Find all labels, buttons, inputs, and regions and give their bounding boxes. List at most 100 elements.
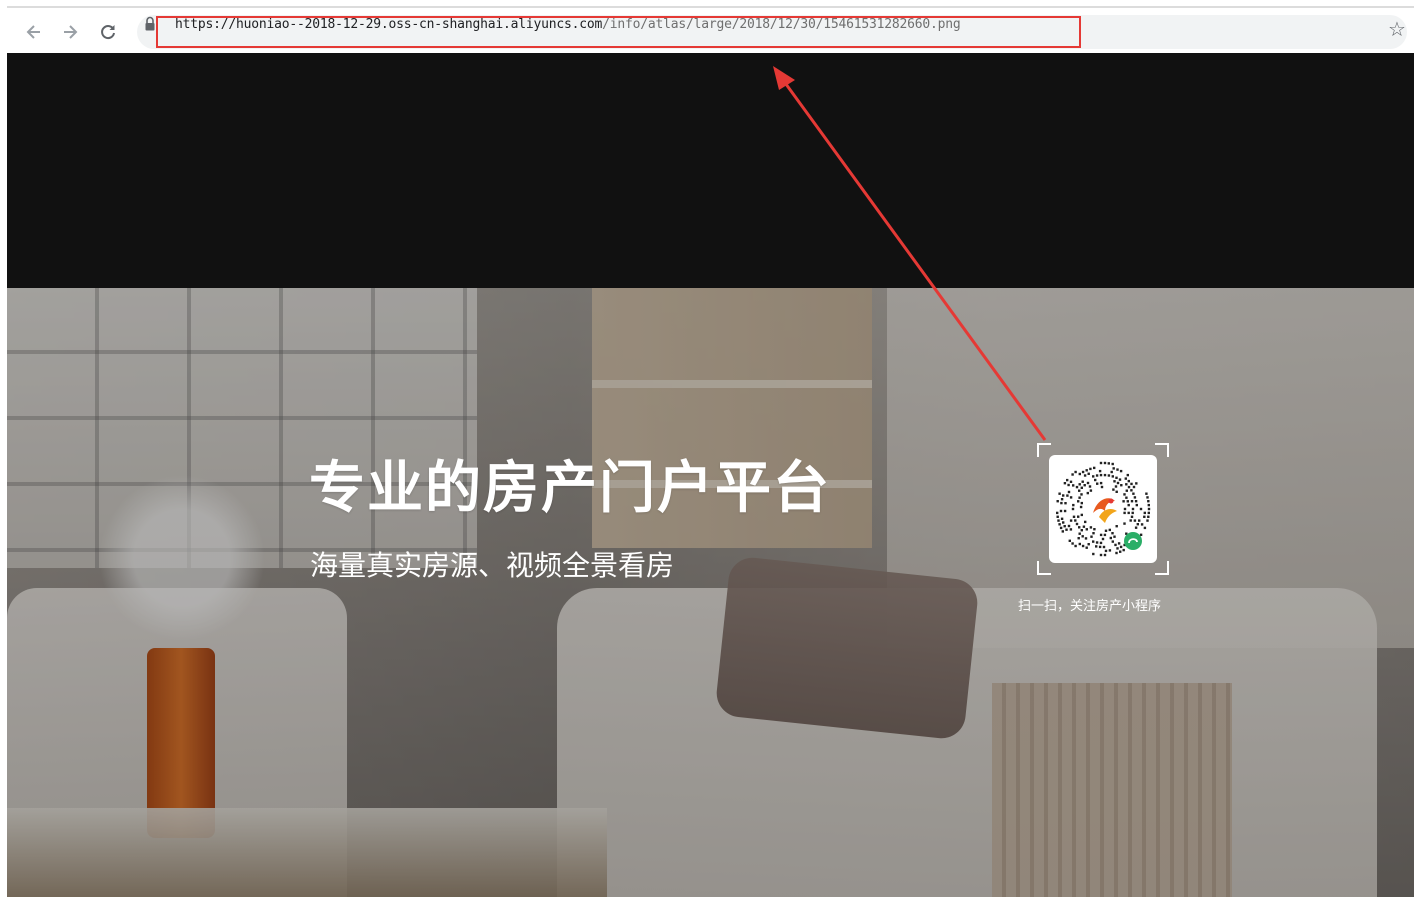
qr-dot [1112, 467, 1115, 470]
qr-dot [1146, 519, 1149, 522]
qr-dot [1129, 519, 1132, 522]
qr-dot [1133, 496, 1137, 499]
qr-dot [1060, 517, 1064, 520]
qr-dot [1143, 526, 1147, 530]
qr-dot [1114, 543, 1117, 547]
qr-dot [1086, 481, 1090, 485]
reload-icon[interactable] [97, 21, 119, 43]
qr-dot [1083, 484, 1086, 487]
back-arrow-icon[interactable] [23, 21, 45, 43]
qr-dot [1072, 503, 1075, 507]
qr-dot [1110, 470, 1113, 474]
qr-dot [1122, 548, 1125, 552]
url-text[interactable]: https://huoniao--2018-12-29.oss-cn-shang… [175, 17, 961, 32]
qr-dot [1077, 537, 1080, 540]
qr-dot [1119, 469, 1123, 473]
qr-dot [1095, 545, 1098, 548]
qr-dot [1135, 503, 1138, 507]
qr-code-frame[interactable] [1037, 443, 1169, 575]
qr-dot [1085, 469, 1088, 472]
qr-dot [1078, 489, 1081, 492]
qr-dot [1123, 511, 1126, 515]
qr-dot [1092, 540, 1095, 543]
qr-dot [1062, 521, 1065, 524]
hero-subline: 海量真实房源、视频全景看房 [310, 549, 675, 582]
qr-dot [1131, 511, 1134, 515]
qr-dot [1146, 496, 1149, 499]
qr-dot [1059, 509, 1063, 513]
qr-dot [1099, 461, 1103, 465]
qr-dot [1127, 479, 1130, 483]
qr-dot [1085, 546, 1088, 549]
qr-dot [1140, 523, 1144, 526]
qr-dot [1139, 507, 1143, 511]
qr-dot [1078, 496, 1081, 499]
qr-dot [1078, 526, 1081, 529]
qr-dot [1080, 529, 1083, 532]
qr-dot [1127, 503, 1130, 507]
qr-dot [1130, 489, 1133, 492]
qr-dot [1099, 481, 1103, 485]
qr-dot [1101, 537, 1105, 541]
qr-dot [1112, 488, 1115, 491]
qr-dot [1080, 493, 1083, 496]
qr-dot [1147, 500, 1150, 503]
qr-dot [1099, 473, 1103, 477]
qr-dot [1064, 502, 1067, 505]
qr-dot [1125, 483, 1128, 486]
qr-dot [1090, 535, 1093, 538]
qr-dot [1126, 473, 1129, 477]
qr-dot [1118, 478, 1122, 481]
qr-dot [1056, 500, 1059, 503]
qr-dot [1099, 553, 1103, 557]
qr-dot [1143, 511, 1146, 515]
qr-dot [1092, 475, 1095, 478]
hero-overlay [7, 288, 1414, 897]
qr-dot [1071, 473, 1074, 476]
qr-dot [1111, 532, 1114, 535]
qr-dot [1066, 478, 1069, 482]
qr-dot [1093, 528, 1096, 531]
qr-dot [1057, 519, 1060, 522]
qr-dot [1100, 485, 1104, 489]
qr-dot [1135, 482, 1138, 485]
qr-dot [1095, 541, 1099, 544]
qr-corner [1037, 561, 1051, 575]
qr-dot [1103, 533, 1107, 537]
qr-dot [1063, 482, 1067, 485]
qr-dot [1113, 535, 1116, 538]
lock-icon[interactable] [143, 16, 157, 32]
qr-dot [1072, 484, 1075, 487]
qr-dot [1143, 515, 1146, 518]
qr-dot [1080, 501, 1083, 505]
qr-dot [1092, 552, 1095, 556]
qr-dot [1124, 477, 1127, 480]
qr-caption: 扫一扫，关注房产小程序 [1018, 599, 1162, 614]
qr-dot [1120, 484, 1123, 487]
qr-dot [1075, 522, 1079, 526]
qr-dot [1134, 500, 1138, 503]
qr-dot [1125, 496, 1128, 499]
qr-dot [1103, 473, 1107, 477]
qr-dot [1098, 469, 1102, 473]
qr-dot [1116, 547, 1119, 550]
qr-dot [1083, 474, 1087, 477]
qr-dot [1081, 544, 1085, 548]
hero-banner: 专业的房产门户平台 海量真实房源、视频全景看房 扫一扫，关注房产小程序 [7, 288, 1414, 897]
qr-dot [1078, 532, 1081, 535]
qr-dot [1081, 535, 1084, 538]
qr-dot [1086, 491, 1089, 495]
qr-dot [1147, 511, 1150, 515]
qr-dot [1067, 490, 1071, 494]
qr-dot [1056, 511, 1059, 515]
forward-arrow-icon[interactable] [59, 21, 81, 43]
qr-dot [1123, 493, 1126, 496]
star-icon[interactable]: ☆ [1386, 18, 1408, 40]
qr-dot [1122, 500, 1125, 503]
mini-program-qr-icon[interactable] [1049, 455, 1157, 563]
qr-dot [1132, 492, 1135, 495]
qr-dot [1071, 507, 1075, 511]
qr-dot [1087, 472, 1090, 475]
qr-dot [1127, 511, 1130, 515]
qr-dot [1103, 553, 1107, 557]
